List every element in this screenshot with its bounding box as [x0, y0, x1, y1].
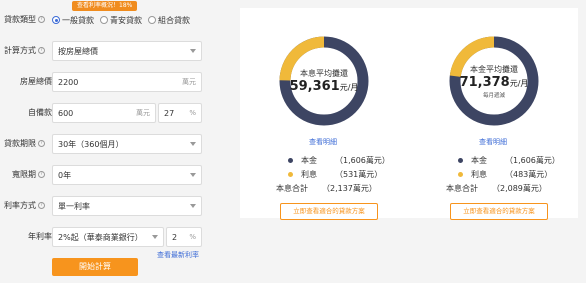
loan-term-select[interactable]: 30年（360個月） — [52, 134, 202, 154]
interest-dot — [288, 171, 293, 177]
help-icon[interactable]: ? — [38, 171, 45, 178]
view-details-link[interactable]: 查看明細 — [248, 137, 398, 147]
view-loan-plans-button[interactable]: 立即查看適合的貸款方案 — [280, 203, 378, 220]
view-details-link[interactable]: 查看明細 — [418, 137, 568, 147]
legend: 本金 （1,606萬元） 利息 （483萬元） 本息合計 （2,089萬元） — [446, 153, 560, 195]
calc-method-label: 計算方式? — [4, 41, 45, 61]
monthly-amount: 71,378元/月 — [459, 74, 529, 90]
repayment-type-label: 本息平均攤還 — [300, 68, 348, 78]
legend-interest: 利息 （483萬元） — [458, 167, 560, 181]
radio-button-icon[interactable] — [148, 16, 156, 24]
annual-rate-select[interactable]: 2%起（華泰商業銀行） — [52, 227, 164, 247]
rate-info-badge[interactable]: 查看利率概況！18% — [72, 1, 138, 11]
chevron-down-icon — [190, 173, 196, 177]
chevron-down-icon — [190, 49, 196, 53]
calc-method-select[interactable]: 按房屋總價 — [52, 41, 202, 61]
chevron-down-icon — [190, 204, 196, 208]
principal-dot — [288, 157, 293, 163]
results-panel: 本息平均攤還 59,361元/月 查看明細 本金 （1,606萬元） 利息 （5… — [240, 8, 578, 220]
radio-button-icon[interactable] — [52, 16, 60, 24]
total-price-label: 房屋總價 — [20, 77, 52, 86]
result-column-equal-payment: 本息平均攤還 59,361元/月 查看明細 本金 （1,606萬元） 利息 （5… — [248, 8, 398, 220]
rate-method-label: 利率方式? — [4, 196, 45, 216]
rate-method-select[interactable]: 單一利率 — [52, 196, 202, 216]
chevron-down-icon — [190, 142, 196, 146]
result-column-equal-principal: 本金平均攤還 71,378元/月 每月遞減 查看明細 本金 （1,606萬元） … — [418, 8, 568, 220]
help-icon[interactable]: ? — [38, 140, 45, 147]
start-calculation-button[interactable]: 開始計算 — [52, 258, 138, 276]
chevron-down-icon — [152, 235, 158, 239]
donut-chart: 本息平均攤還 59,361元/月 — [278, 35, 370, 127]
legend-interest: 利息 （531萬元） — [288, 167, 390, 181]
radio-youth-loan[interactable]: 青安貸款 — [100, 15, 142, 26]
loan-term-label: 貸款期限? — [4, 134, 45, 154]
monthly-amount: 59,361元/月 — [289, 78, 359, 94]
decreasing-note: 每月遞減 — [482, 92, 505, 99]
latest-rate-link[interactable]: 查看最新利率 — [157, 250, 199, 260]
radio-button-icon[interactable] — [100, 16, 108, 24]
loan-type-radio-group: 一般貸款 青安貸款 組合貸款 — [52, 13, 190, 27]
legend: 本金 （1,606萬元） 利息 （531萬元） 本息合計 （2,137萬元） — [276, 153, 390, 195]
legend-principal: 本金 （1,606萬元） — [288, 153, 390, 167]
down-payment-label: 自備款 — [28, 108, 52, 117]
down-payment-percent-input[interactable]: 27 % — [158, 103, 202, 123]
repayment-type-label: 本金平均攤還 — [470, 64, 518, 74]
down-payment-input[interactable]: 600 萬元 — [52, 103, 156, 123]
loan-type-label: 貸款類型? — [4, 10, 45, 30]
legend-principal: 本金 （1,606萬元） — [458, 153, 560, 167]
legend-total: 本息合計 （2,089萬元） — [446, 183, 547, 193]
radio-combined-loan[interactable]: 組合貸款 — [148, 15, 190, 26]
view-loan-plans-button[interactable]: 立即查看適合的貸款方案 — [450, 203, 548, 220]
legend-total: 本息合計 （2,137萬元） — [276, 183, 377, 193]
grace-period-label: 寬限期? — [12, 165, 45, 185]
donut-chart: 本金平均攤還 71,378元/月 每月遞減 — [448, 35, 540, 127]
total-price-input[interactable]: 2200 萬元 — [52, 72, 202, 92]
donut-center: 本息平均攤還 59,361元/月 — [278, 35, 370, 127]
help-icon[interactable]: ? — [38, 202, 45, 209]
grace-period-select[interactable]: 0年 — [52, 165, 202, 185]
help-icon[interactable]: ? — [38, 47, 45, 54]
principal-dot — [458, 157, 463, 163]
donut-center: 本金平均攤還 71,378元/月 每月遞減 — [448, 35, 540, 127]
interest-dot — [458, 171, 463, 177]
annual-rate-label: 年利率 — [28, 232, 52, 241]
radio-general-loan[interactable]: 一般貸款 — [52, 15, 94, 26]
help-icon[interactable]: ? — [38, 16, 45, 23]
annual-rate-input[interactable]: 2 % — [166, 227, 202, 247]
